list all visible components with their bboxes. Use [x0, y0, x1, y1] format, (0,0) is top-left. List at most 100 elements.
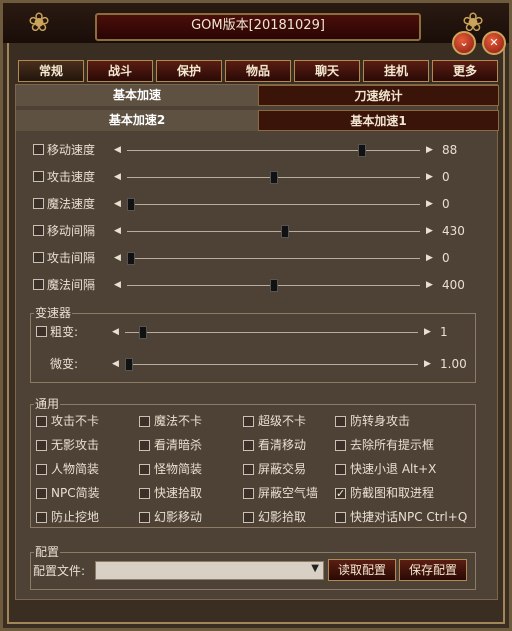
option-item[interactable]: 快捷对话NPC Ctrl+Q	[335, 509, 467, 525]
option-item[interactable]: 防截图和取进程	[335, 485, 434, 502]
chevron-down-icon: ⌄	[459, 36, 469, 49]
subtab-basic-speed[interactable]: 基本加速	[16, 85, 258, 106]
option-checkbox[interactable]	[243, 488, 254, 499]
fine-slider-track[interactable]	[125, 358, 418, 371]
option-item[interactable]: 超级不卡	[243, 413, 306, 429]
coarse-slider-track[interactable]	[125, 326, 418, 339]
load-config-button[interactable]: 读取配置	[328, 559, 396, 581]
slider-checkbox[interactable]	[33, 144, 44, 155]
tab-chat[interactable]: 聊天	[294, 60, 360, 82]
arrow-left-icon[interactable]: ◀	[114, 277, 121, 293]
slider-thumb[interactable]	[127, 198, 135, 211]
option-checkbox[interactable]	[243, 464, 254, 475]
option-item[interactable]: 屏蔽空气墙	[243, 485, 318, 501]
option-checkbox[interactable]	[36, 488, 47, 499]
slider-value: 400	[442, 278, 465, 292]
option-item[interactable]: 人物简装	[36, 461, 99, 477]
group-title: 变速器	[34, 306, 73, 320]
option-item[interactable]: 攻击不卡	[36, 413, 99, 429]
coarse-checkbox[interactable]	[36, 326, 47, 337]
option-item[interactable]: 幻影移动	[139, 509, 202, 525]
option-checkbox[interactable]	[36, 440, 47, 451]
option-checkbox[interactable]	[243, 512, 254, 523]
arrow-left-icon[interactable]: ◀	[114, 250, 121, 266]
arrow-right-icon[interactable]: ▶	[426, 223, 433, 239]
option-item[interactable]: 快速拾取	[139, 485, 202, 501]
arrow-left-icon[interactable]: ◀	[114, 142, 121, 158]
option-checkbox[interactable]	[335, 416, 346, 427]
option-item[interactable]: 幻影拾取	[243, 509, 306, 525]
option-item[interactable]: 快速小退 Alt+X	[335, 461, 436, 477]
arrow-right-icon[interactable]: ▶	[426, 169, 433, 185]
option-item[interactable]: 看清移动	[243, 437, 306, 453]
option-checkbox[interactable]	[139, 464, 150, 475]
option-checkbox[interactable]	[335, 440, 346, 451]
tab-items[interactable]: 物品	[225, 60, 291, 82]
option-checkbox[interactable]	[243, 440, 254, 451]
subtab-basic-speed-1[interactable]: 基本加速1	[258, 110, 499, 131]
coarse-slider-thumb[interactable]	[139, 326, 147, 339]
arrow-left-icon[interactable]: ◀	[114, 196, 121, 212]
minimize-button[interactable]: ⌄	[452, 31, 476, 55]
subtab-blade-stats[interactable]: 刀速统计	[258, 85, 499, 106]
arrow-right-icon[interactable]: ▶	[424, 356, 431, 372]
option-item[interactable]: 魔法不卡	[139, 413, 202, 429]
arrow-left-icon[interactable]: ◀	[114, 169, 121, 185]
option-checkbox[interactable]	[139, 440, 150, 451]
tab-protect[interactable]: 保护	[156, 60, 222, 82]
arrow-right-icon[interactable]: ▶	[426, 142, 433, 158]
arrow-left-icon[interactable]: ◀	[114, 223, 121, 239]
arrow-left-icon[interactable]: ◀	[112, 356, 119, 372]
option-item[interactable]: 怪物简装	[139, 461, 202, 477]
arrow-right-icon[interactable]: ▶	[426, 250, 433, 266]
subtab-basic-speed-2[interactable]: 基本加速2	[16, 110, 258, 131]
slider-thumb[interactable]	[281, 225, 289, 238]
option-checkbox[interactable]	[139, 512, 150, 523]
save-config-button[interactable]: 保存配置	[399, 559, 467, 581]
close-button[interactable]: ✕	[482, 31, 506, 55]
slider-checkbox[interactable]	[33, 225, 44, 236]
slider-checkbox[interactable]	[33, 171, 44, 182]
option-item[interactable]: NPC简装	[36, 485, 100, 501]
option-checkbox[interactable]	[335, 512, 346, 523]
slider-checkbox[interactable]	[33, 279, 44, 290]
option-checkbox[interactable]	[139, 488, 150, 499]
slider-track[interactable]	[127, 279, 420, 292]
config-file-select[interactable]: ▼	[95, 561, 324, 580]
tab-combat[interactable]: 战斗	[87, 60, 153, 82]
option-item[interactable]: 防转身攻击	[335, 413, 410, 429]
fine-slider-thumb[interactable]	[125, 358, 133, 371]
option-item[interactable]: 屏蔽交易	[243, 461, 306, 477]
group-title: 配置	[34, 545, 61, 559]
option-checkbox[interactable]	[36, 416, 47, 427]
slider-thumb[interactable]	[270, 279, 278, 292]
slider-thumb[interactable]	[270, 171, 278, 184]
arrow-right-icon[interactable]: ▶	[426, 196, 433, 212]
slider-track[interactable]	[127, 225, 420, 238]
slider-track[interactable]	[127, 252, 420, 265]
option-item[interactable]: 去除所有提示框	[335, 437, 434, 453]
tab-auto[interactable]: 挂机	[363, 60, 429, 82]
slider-checkbox[interactable]	[33, 198, 44, 209]
slider-thumb[interactable]	[127, 252, 135, 265]
slider-track[interactable]	[127, 171, 420, 184]
arrow-right-icon[interactable]: ▶	[424, 324, 431, 340]
option-checkbox[interactable]	[243, 416, 254, 427]
option-checkbox[interactable]	[139, 416, 150, 427]
option-checkbox[interactable]	[335, 486, 346, 502]
option-checkbox[interactable]	[36, 512, 47, 523]
option-checkbox[interactable]	[36, 464, 47, 475]
option-item[interactable]: 无影攻击	[36, 437, 99, 453]
option-item[interactable]: 防止挖地	[36, 509, 99, 525]
arrow-left-icon[interactable]: ◀	[112, 324, 119, 340]
title-bar[interactable]: ❀ ❀ GOM版本[20181029]	[3, 3, 509, 43]
option-checkbox[interactable]	[335, 464, 346, 475]
tab-more[interactable]: 更多	[432, 60, 498, 82]
tab-general[interactable]: 常规	[18, 60, 84, 82]
slider-track[interactable]	[127, 144, 420, 157]
arrow-right-icon[interactable]: ▶	[426, 277, 433, 293]
option-item[interactable]: 看清暗杀	[139, 437, 202, 453]
slider-thumb[interactable]	[358, 144, 366, 157]
slider-checkbox[interactable]	[33, 252, 44, 263]
slider-track[interactable]	[127, 198, 420, 211]
